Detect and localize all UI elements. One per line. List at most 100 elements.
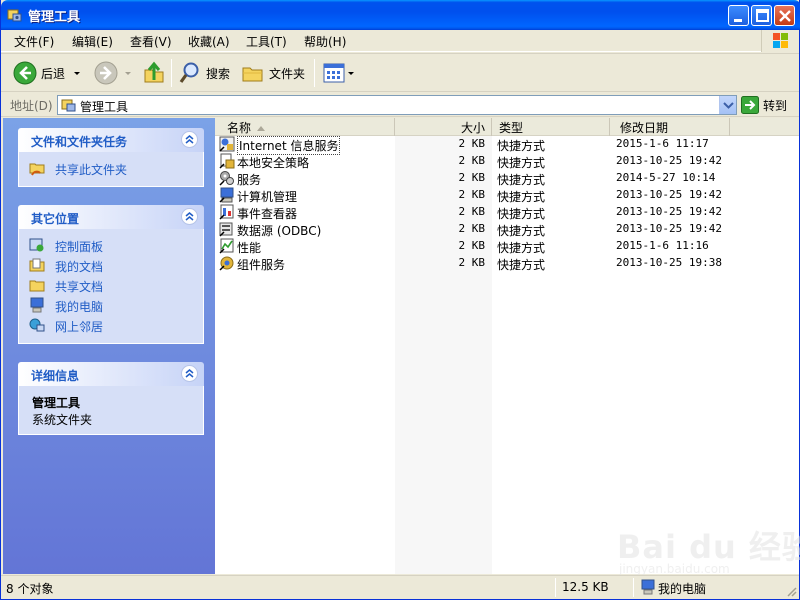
address-dropdown-button[interactable] [719, 96, 736, 114]
panel-title: 文件和文件夹任务 [31, 135, 128, 149]
resize-grip-icon[interactable] [785, 585, 797, 597]
file-type: 快捷方式 [497, 241, 546, 255]
menu-favorites[interactable]: 收藏(A) [188, 33, 230, 50]
file-date: 2013-10-25 19:42 [616, 188, 722, 201]
task-share-folder[interactable]: 共享此文件夹 [19, 158, 203, 178]
status-location: 我的电脑 [658, 582, 707, 596]
chevron-up-icon [185, 135, 194, 144]
chevron-down-icon[interactable] [122, 68, 134, 78]
close-button[interactable] [774, 5, 795, 26]
file-size: 2 KB [458, 256, 486, 269]
forward-button[interactable] [94, 60, 134, 86]
file-date: 2014-5-27 10:14 [616, 171, 716, 184]
file-name: 本地安全策略 [237, 156, 310, 170]
file-size: 2 KB [458, 205, 486, 218]
place-my-documents[interactable]: 我的文档 [19, 255, 203, 275]
folder-icon [242, 67, 263, 82]
column-header-type[interactable]: 类型 [492, 118, 610, 136]
status-separator [633, 578, 634, 597]
collapse-button[interactable] [181, 131, 198, 148]
toolbar-separator [171, 59, 172, 87]
column-header-name[interactable]: 名称 [215, 118, 395, 136]
chevron-down-icon[interactable] [346, 68, 356, 78]
menu-tools[interactable]: 工具(T) [246, 33, 287, 50]
file-row[interactable]: 计算机管理 2 KB 快捷方式 2013-10-25 19:42 [215, 187, 799, 204]
file-row[interactable]: 数据源 (ODBC) 2 KB 快捷方式 2013-10-25 19:42 [215, 221, 799, 238]
file-tasks-header[interactable]: 文件和文件夹任务 [18, 128, 204, 152]
services-icon [219, 171, 234, 186]
file-name: 事件查看器 [237, 207, 298, 221]
place-shared-documents[interactable]: 共享文档 [19, 275, 203, 295]
search-button[interactable]: 搜索 [178, 60, 230, 86]
menu-help[interactable]: 帮助(H) [304, 33, 346, 50]
file-type: 快捷方式 [497, 224, 546, 238]
file-size: 2 KB [458, 154, 486, 167]
place-my-computer[interactable]: 我的电脑 [19, 295, 203, 315]
views-button[interactable] [322, 60, 356, 86]
chevron-up-icon [185, 212, 194, 221]
security-policy-icon [219, 153, 235, 169]
control-panel-icon [29, 238, 44, 252]
column-header-size[interactable]: 大小 [395, 118, 492, 136]
place-network-places[interactable]: 网上邻居 [19, 315, 203, 335]
column-name-label: 名称 [227, 121, 252, 135]
file-name: 数据源 (ODBC) [237, 224, 322, 238]
collapse-button[interactable] [181, 208, 198, 225]
other-places-panel: 其它位置 控制面板 我的文档 共享文档 我的电脑 网上邻居 [18, 205, 204, 344]
file-row[interactable]: 事件查看器 2 KB 快捷方式 2013-10-25 19:42 [215, 204, 799, 221]
file-row[interactable]: 服务 2 KB 快捷方式 2014-5-27 10:14 [215, 170, 799, 187]
admin-tools-icon [7, 9, 22, 22]
file-date: 2013-10-25 19:42 [616, 205, 722, 218]
collapse-button[interactable] [181, 365, 198, 382]
file-list-view[interactable]: 名称 大小 类型 修改日期 Internet 信息服务 2 KB 快捷方式 20… [215, 118, 800, 576]
address-input[interactable]: 管理工具 [57, 95, 737, 115]
chevron-down-icon[interactable] [71, 68, 83, 78]
maximize-button[interactable] [751, 5, 772, 26]
minimize-button[interactable] [728, 5, 749, 26]
computer-management-icon [219, 187, 234, 203]
file-type: 快捷方式 [497, 207, 546, 221]
file-date: 2015-1-6 11:16 [616, 239, 709, 252]
network-icon [29, 318, 45, 332]
file-row[interactable]: 本地安全策略 2 KB 快捷方式 2013-10-25 19:42 [215, 153, 799, 170]
up-button[interactable] [142, 60, 166, 86]
standard-toolbar: 后退 搜索 文件夹 [1, 53, 799, 92]
menu-edit[interactable]: 编辑(E) [72, 33, 113, 50]
column-modified-label: 修改日期 [620, 121, 669, 135]
admin-tools-icon [61, 99, 76, 112]
other-places-header[interactable]: 其它位置 [18, 205, 204, 229]
file-row[interactable]: 性能 2 KB 快捷方式 2015-1-6 11:16 [215, 238, 799, 255]
file-date: 2015-1-6 11:17 [616, 137, 709, 150]
column-headers: 名称 大小 类型 修改日期 [215, 118, 799, 136]
file-date: 2013-10-25 19:42 [616, 222, 722, 235]
column-header-modified[interactable]: 修改日期 [610, 118, 730, 136]
sort-ascending-icon [257, 126, 266, 131]
column-size-label: 大小 [460, 121, 485, 135]
component-services-icon [219, 256, 234, 271]
file-row[interactable]: Internet 信息服务 2 KB 快捷方式 2015-1-6 11:17 [215, 136, 799, 155]
panel-title: 其它位置 [31, 212, 80, 226]
details-description: 系统文件夹 [32, 413, 93, 427]
window-title: 管理工具 [28, 10, 81, 25]
place-control-panel[interactable]: 控制面板 [19, 235, 203, 255]
go-button[interactable]: 转到 [741, 96, 787, 114]
file-type: 快捷方式 [497, 258, 546, 272]
computer-icon [641, 579, 655, 595]
file-size: 2 KB [458, 188, 486, 201]
folders-button[interactable]: 文件夹 [241, 60, 305, 86]
file-name: 组件服务 [237, 258, 286, 272]
menu-file[interactable]: 文件(F) [14, 33, 54, 50]
baidu-watermark: Bai du 经验 jingyan.baidu.com [613, 516, 800, 580]
task-label: 共享此文件夹 [55, 163, 128, 177]
file-row[interactable]: 组件服务 2 KB 快捷方式 2013-10-25 19:38 [215, 255, 799, 272]
go-arrow-icon [741, 96, 759, 114]
details-header[interactable]: 详细信息 [18, 362, 204, 386]
forward-arrow-icon [94, 61, 118, 85]
back-button[interactable]: 后退 [13, 60, 83, 86]
panel-title: 详细信息 [31, 369, 80, 383]
file-type: 快捷方式 [497, 173, 546, 187]
title-bar[interactable]: 管理工具 [1, 0, 800, 30]
file-name: 服务 [237, 173, 262, 187]
place-label: 我的电脑 [55, 300, 104, 314]
menu-view[interactable]: 查看(V) [130, 33, 172, 50]
